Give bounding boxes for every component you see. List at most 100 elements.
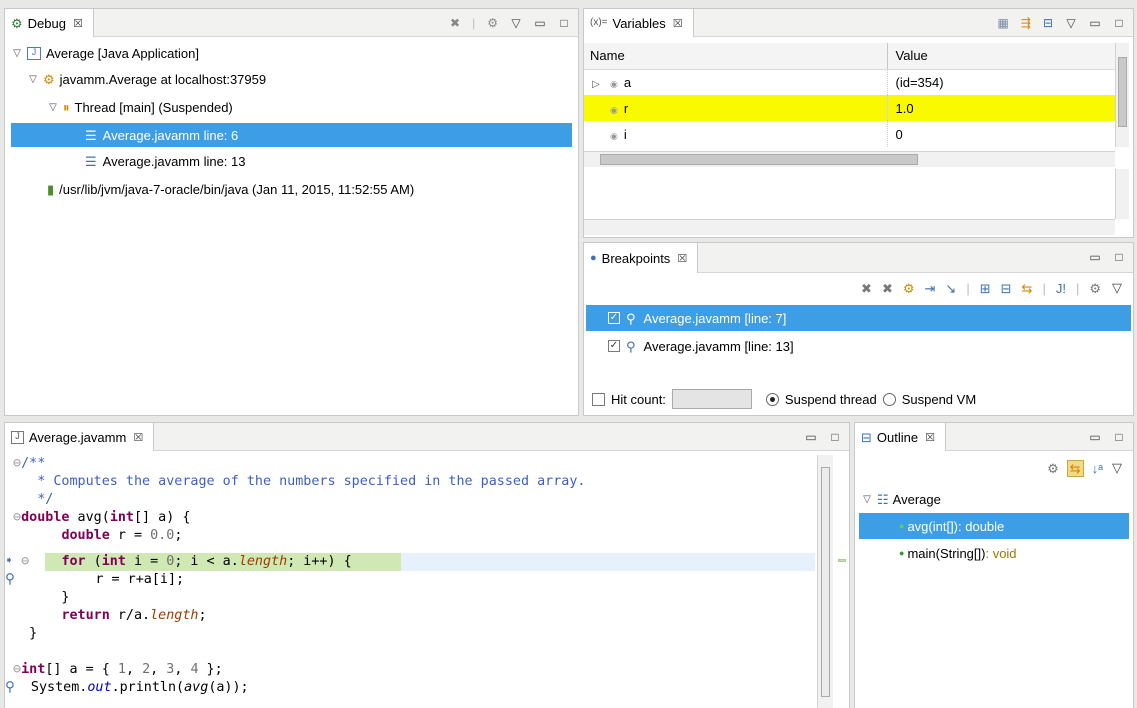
breakpoint-marker-icon[interactable]: ⚲ [5, 680, 15, 695]
tree-item-debug-target[interactable]: ▽ ⚙ javamm.Average at localhost:37959 [5, 67, 578, 91]
minimize-icon[interactable]: ▭ [805, 430, 817, 444]
expand-toggle-icon[interactable]: ▷ [590, 79, 602, 90]
variable-row-changed[interactable]: ◉ r 1.0 [584, 95, 1115, 121]
code-editor[interactable]: ⊖/** * Computes the average of the numbe… [5, 455, 815, 708]
fold-icon[interactable]: ⊖ [13, 554, 29, 569]
scroll-thumb[interactable] [821, 467, 830, 697]
tree-item-stack-frame-selected[interactable]: ☰ Average.javamm line: 6 [11, 123, 572, 147]
minimize-icon[interactable]: ▭ [534, 16, 546, 30]
scroll-thumb[interactable] [600, 154, 918, 165]
fold-icon[interactable]: ⊖ [5, 456, 21, 471]
view-menu-icon[interactable]: ▽ [1111, 460, 1123, 476]
outline-method-item-selected[interactable]: ● avg(int[]) : double [859, 513, 1129, 539]
outline-method-item[interactable]: ● main(String[]) : void [855, 541, 1133, 565]
connect-icon[interactable]: ⚙ [487, 17, 498, 29]
view-menu-icon[interactable]: ▽ [1065, 16, 1077, 30]
close-icon[interactable]: ☒ [677, 252, 687, 265]
link-with-debug-view-icon[interactable]: ⇆ [1022, 282, 1033, 295]
view-menu-icon[interactable]: ▽ [1111, 280, 1123, 296]
tree-item-launch[interactable]: ▽ J Average [Java Application] [5, 41, 578, 65]
close-icon[interactable]: ☒ [673, 17, 683, 30]
outline-method-type: : void [985, 545, 1017, 561]
variables-table-hscroll[interactable] [584, 151, 1115, 167]
breakpoint-checkbox[interactable]: ✓ [608, 312, 620, 324]
show-breakpoints-for-target-icon[interactable]: ⚙ [903, 282, 915, 295]
collapse-all-icon[interactable]: ⊟ [1001, 282, 1012, 295]
view-menu-icon[interactable]: ▽ [510, 16, 522, 30]
variable-value: 1.0 [895, 100, 914, 116]
expand-all-icon[interactable]: ⊞ [980, 282, 991, 295]
editor-vscroll[interactable] [817, 455, 833, 708]
variable-value: 0 [895, 126, 903, 142]
maximize-icon[interactable]: □ [1113, 250, 1125, 264]
suspend-vm-radio[interactable] [882, 392, 896, 406]
breakpoints-tab[interactable]: ● Breakpoints ☒ [584, 243, 699, 273]
overview-ruler[interactable] [835, 455, 849, 708]
hit-count-checkbox[interactable] [592, 392, 605, 406]
outline-root-item[interactable]: ▽ ☷ Average [855, 487, 1133, 511]
connect-icon[interactable]: ⚙ [1047, 462, 1059, 475]
fold-icon[interactable]: ⊖ [5, 662, 21, 677]
breakpoint-marker-icon[interactable]: ⚲ [5, 572, 15, 587]
show-type-names-icon[interactable]: ▦ [998, 17, 1009, 29]
expand-toggle-icon[interactable]: ▽ [11, 48, 23, 59]
tree-item-label: javamm.Average at localhost:37959 [59, 71, 267, 87]
column-header-value[interactable]: Value [887, 43, 1115, 70]
maximize-icon[interactable]: □ [829, 430, 841, 444]
detail-hscroll[interactable] [584, 219, 1115, 235]
class-icon: ☷ [877, 491, 889, 507]
breakpoints-tab-label: Breakpoints [601, 250, 671, 266]
outline-toolbar: ⚙ ⇆ ↓ᵃ ▽ [1047, 457, 1123, 479]
debug-target-icon: ⚙ [43, 71, 55, 87]
skip-all-breakpoints-icon[interactable]: ↘ [945, 282, 956, 295]
link-with-editor-icon[interactable]: ⇆ [1066, 459, 1084, 477]
expand-toggle-icon[interactable]: ▽ [861, 494, 873, 505]
collapse-all-icon[interactable]: ⊟ [1043, 17, 1053, 29]
tree-item-thread[interactable]: ▽ ⏸ Thread [main] (Suspended) [5, 95, 578, 119]
close-icon[interactable]: ☒ [133, 431, 143, 444]
show-logical-structure-icon[interactable]: ⇶ [1021, 17, 1031, 29]
toolbar-separator: | [1075, 280, 1080, 296]
maximize-icon[interactable]: □ [558, 16, 570, 30]
variables-detail-pane[interactable] [584, 169, 1115, 219]
suspend-thread-radio[interactable] [765, 392, 779, 406]
remove-all-terminated-icon[interactable]: ✖ [450, 17, 460, 29]
hit-count-input[interactable] [671, 389, 752, 409]
code-line: ⊖int[] a = { 1, 2, 3, 4 }; [5, 662, 223, 677]
close-icon[interactable]: ☒ [925, 431, 935, 444]
scroll-thumb[interactable] [1118, 57, 1127, 127]
breakpoint-item-selected[interactable]: ✓ ⚲ Average.javamm [line: 7] [586, 305, 1131, 331]
editor-tab[interactable]: J Average.javamm ☒ [5, 423, 155, 451]
go-to-file-icon[interactable]: ⇥ [925, 282, 936, 295]
minimize-icon[interactable]: ▭ [1089, 430, 1101, 444]
code-line: ⚲ System.out.println(avg(a)); [5, 680, 249, 695]
minimize-icon[interactable]: ▭ [1089, 250, 1101, 264]
remove-all-breakpoints-icon[interactable]: ✖ [882, 282, 893, 295]
detail-vscroll[interactable] [1115, 169, 1129, 219]
expand-toggle-icon[interactable]: ▽ [27, 74, 39, 85]
close-icon[interactable]: ☒ [73, 17, 83, 30]
variables-tab[interactable]: (x)= Variables ☒ [584, 9, 694, 37]
breakpoint-item[interactable]: ✓ ⚲ Average.javamm [line: 13] [584, 333, 1133, 359]
variable-row[interactable]: ▷ ◉ a (id=354) [584, 69, 1115, 95]
outline-tab[interactable]: ⊟ Outline ☒ [855, 423, 946, 451]
tree-item-stack-frame[interactable]: ☰ Average.javamm line: 13 [5, 149, 578, 173]
toolbar-separator: | [966, 280, 970, 296]
minimize-icon[interactable]: ▭ [1089, 16, 1101, 30]
sort-icon[interactable]: ↓ᵃ [1092, 462, 1103, 475]
expand-toggle-icon[interactable]: ▽ [47, 102, 59, 113]
outline-method-type: : double [958, 518, 1005, 534]
fold-icon[interactable]: ⊖ [5, 510, 21, 525]
variable-row[interactable]: ◉ i 0 [584, 121, 1115, 147]
add-exception-breakpoint-icon[interactable]: J! [1056, 282, 1066, 295]
connect-icon[interactable]: ⚙ [1089, 282, 1101, 295]
tree-item-process[interactable]: ▮ /usr/lib/jvm/java-7-oracle/bin/java (J… [5, 177, 578, 201]
maximize-icon[interactable]: □ [1113, 16, 1125, 30]
remove-breakpoint-icon[interactable]: ✖ [861, 282, 872, 295]
variables-table-vscroll[interactable] [1115, 43, 1129, 147]
breakpoints-toolbar: ✖ ✖ ⚙ ⇥ ↘ | ⊞ ⊟ ⇆ | J! | ⚙ ▽ [861, 277, 1123, 299]
debug-tab[interactable]: ⚙ Debug ☒ [5, 9, 94, 37]
maximize-icon[interactable]: □ [1113, 430, 1125, 444]
column-header-name[interactable]: Name [584, 43, 888, 70]
breakpoint-checkbox[interactable]: ✓ [608, 340, 620, 352]
